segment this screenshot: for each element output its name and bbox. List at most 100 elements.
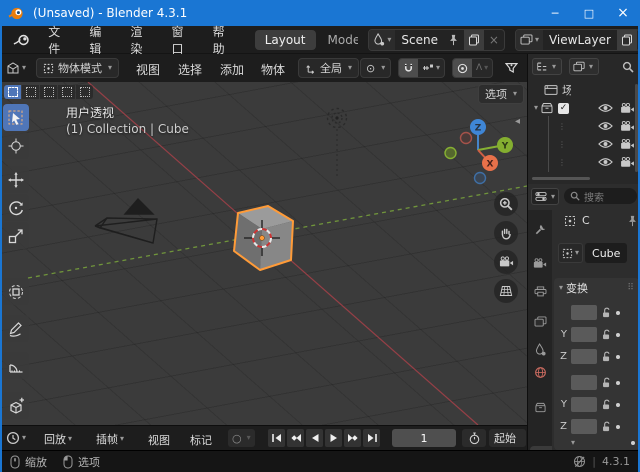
outliner-row-scene[interactable]: 场景 bbox=[544, 82, 571, 98]
outliner-display-mode[interactable]: ▾ bbox=[532, 58, 562, 75]
scene-name[interactable]: Scene bbox=[395, 33, 464, 47]
minimize-button[interactable]: ─ bbox=[538, 0, 572, 26]
menu-render[interactable]: 渲染 bbox=[121, 23, 162, 57]
keying-menu[interactable]: 插帧▾ bbox=[96, 431, 124, 447]
proportional-toggle[interactable] bbox=[453, 59, 472, 77]
proportional-falloff[interactable]: Λ ▾ bbox=[472, 63, 492, 73]
lock-open-icon[interactable] bbox=[601, 351, 612, 362]
pan-view-button[interactable] bbox=[494, 221, 518, 245]
tool-annotate[interactable] bbox=[3, 315, 29, 342]
play-reverse-button[interactable] bbox=[306, 429, 323, 447]
hide-eye-icon[interactable] bbox=[598, 157, 613, 167]
hide-eye-icon[interactable] bbox=[598, 139, 613, 149]
menu-file[interactable]: 文件 bbox=[39, 23, 80, 57]
select-mode-extend[interactable] bbox=[22, 85, 39, 99]
value-slider[interactable] bbox=[571, 397, 597, 412]
value-slider[interactable] bbox=[571, 419, 597, 434]
prev-keyframe-button[interactable] bbox=[287, 429, 304, 447]
timeline-view-menu[interactable]: 视图 bbox=[148, 432, 170, 448]
tool-scale[interactable] bbox=[3, 222, 29, 249]
tool-rotate[interactable] bbox=[3, 194, 29, 221]
playback-menu[interactable]: 回放▾ bbox=[44, 431, 72, 447]
menu-object[interactable]: 物体 bbox=[261, 61, 285, 78]
workspace-tab-modeling[interactable]: Modeling bbox=[326, 30, 359, 50]
tab-render[interactable] bbox=[528, 252, 552, 274]
outliner-row-object-2[interactable]: ⋮ bbox=[558, 136, 635, 152]
use-preview-range-button[interactable] bbox=[462, 429, 486, 447]
render-visibility-icon[interactable] bbox=[620, 121, 635, 132]
keyframe-dot[interactable] bbox=[616, 355, 620, 359]
close-button[interactable]: × bbox=[606, 0, 640, 26]
tool-cursor[interactable] bbox=[3, 132, 29, 159]
tool-add-cube[interactable] bbox=[3, 392, 29, 419]
network-offline-icon[interactable] bbox=[573, 455, 586, 468]
markers-menu[interactable]: 标记 bbox=[190, 432, 212, 448]
tool-move[interactable] bbox=[3, 166, 29, 193]
tab-scene[interactable] bbox=[528, 338, 552, 360]
lock-open-icon[interactable] bbox=[601, 307, 612, 318]
value-slider[interactable] bbox=[571, 349, 597, 364]
value-slider[interactable] bbox=[571, 327, 597, 342]
outliner-row-object-1[interactable]: ⋮ bbox=[558, 118, 635, 134]
lock-open-icon[interactable] bbox=[601, 329, 612, 340]
keyframe-dot[interactable] bbox=[616, 311, 620, 315]
panel-grip[interactable]: ⠿ bbox=[627, 283, 634, 293]
viewlayer-name[interactable]: ViewLayer bbox=[543, 33, 617, 47]
maximize-button[interactable]: □ bbox=[572, 0, 606, 26]
zoom-view-button[interactable] bbox=[494, 192, 518, 216]
options-dropdown[interactable]: 选项 ▾ bbox=[478, 84, 524, 104]
value-slider[interactable] bbox=[571, 305, 597, 320]
hide-eye-icon[interactable] bbox=[598, 121, 613, 131]
select-mode-invert[interactable] bbox=[58, 85, 75, 99]
scene-type-icon[interactable]: ▾ bbox=[369, 30, 395, 50]
keyframe-dot[interactable] bbox=[616, 381, 620, 385]
value-slider[interactable] bbox=[571, 375, 597, 390]
keyframe-dot[interactable] bbox=[616, 425, 620, 429]
transform-orientation[interactable]: 全局 ▾ bbox=[298, 58, 359, 78]
keyframe-dot[interactable] bbox=[631, 441, 635, 445]
editor-type-button[interactable]: ▾ bbox=[6, 58, 26, 78]
object-type-dropdown[interactable]: ▾ bbox=[558, 243, 583, 263]
select-mode-subtract[interactable] bbox=[40, 85, 57, 99]
menu-view[interactable]: 视图 bbox=[136, 61, 160, 78]
rotation-mode-dropdown[interactable]: ▾ bbox=[571, 439, 575, 447]
pin-icon[interactable] bbox=[628, 215, 637, 227]
menu-window[interactable]: 窗口 bbox=[163, 23, 204, 57]
lock-open-icon[interactable] bbox=[601, 377, 612, 388]
next-keyframe-button[interactable] bbox=[344, 429, 361, 447]
outliner-filter[interactable]: ▾ bbox=[569, 58, 599, 75]
menu-select[interactable]: 选择 bbox=[178, 61, 202, 78]
jump-start-button[interactable] bbox=[268, 429, 285, 447]
collection-expand-icon[interactable]: ▾ bbox=[534, 104, 538, 112]
blender-menu-logo-icon[interactable] bbox=[12, 32, 31, 48]
keyframe-dot[interactable] bbox=[616, 403, 620, 407]
render-visibility-icon[interactable] bbox=[620, 139, 635, 150]
outliner-row-collection[interactable]: ▾ ✓ bbox=[534, 100, 635, 116]
outliner-row-object-3[interactable]: ⋮ bbox=[558, 154, 635, 170]
object-name-field[interactable]: Cube bbox=[585, 243, 627, 263]
snap-settings[interactable]: ▾ bbox=[418, 63, 444, 73]
outliner-search-icon[interactable] bbox=[622, 61, 634, 73]
viewlayer-new-button[interactable] bbox=[617, 30, 637, 50]
navigation-gizmo[interactable]: Z Y X bbox=[443, 115, 513, 185]
properties-editor-type[interactable]: ▾ bbox=[531, 188, 559, 205]
viewport-3d[interactable]: 用户透视 (1) Collection | Cube 选项 ▾ Z Y X ◂ bbox=[0, 82, 527, 425]
select-mode-intersect[interactable] bbox=[76, 85, 93, 99]
collection-checkbox[interactable]: ✓ bbox=[558, 103, 569, 114]
select-mode-set[interactable] bbox=[4, 85, 21, 99]
tool-transform[interactable] bbox=[3, 278, 29, 305]
filter-visibility-icon[interactable] bbox=[505, 62, 518, 75]
transform-panel-header[interactable]: ▾ 变换 ⠿ bbox=[554, 278, 639, 298]
current-frame-field[interactable]: 1 bbox=[392, 429, 456, 447]
ortho-toggle-button[interactable] bbox=[494, 279, 518, 303]
timeline-editor-type-button[interactable]: ▾ bbox=[6, 431, 26, 445]
tab-world[interactable] bbox=[528, 361, 552, 383]
mode-selector[interactable]: 物体模式 ▾ bbox=[36, 58, 119, 78]
tool-measure[interactable] bbox=[3, 352, 29, 379]
play-button[interactable] bbox=[325, 429, 342, 447]
tab-tool[interactable] bbox=[528, 218, 552, 240]
tool-select-box[interactable] bbox=[3, 104, 29, 131]
sidebar-collapse-arrow[interactable]: ◂ bbox=[515, 116, 520, 127]
outliner-hscrollbar[interactable] bbox=[532, 177, 590, 180]
tab-collection[interactable] bbox=[528, 396, 552, 418]
